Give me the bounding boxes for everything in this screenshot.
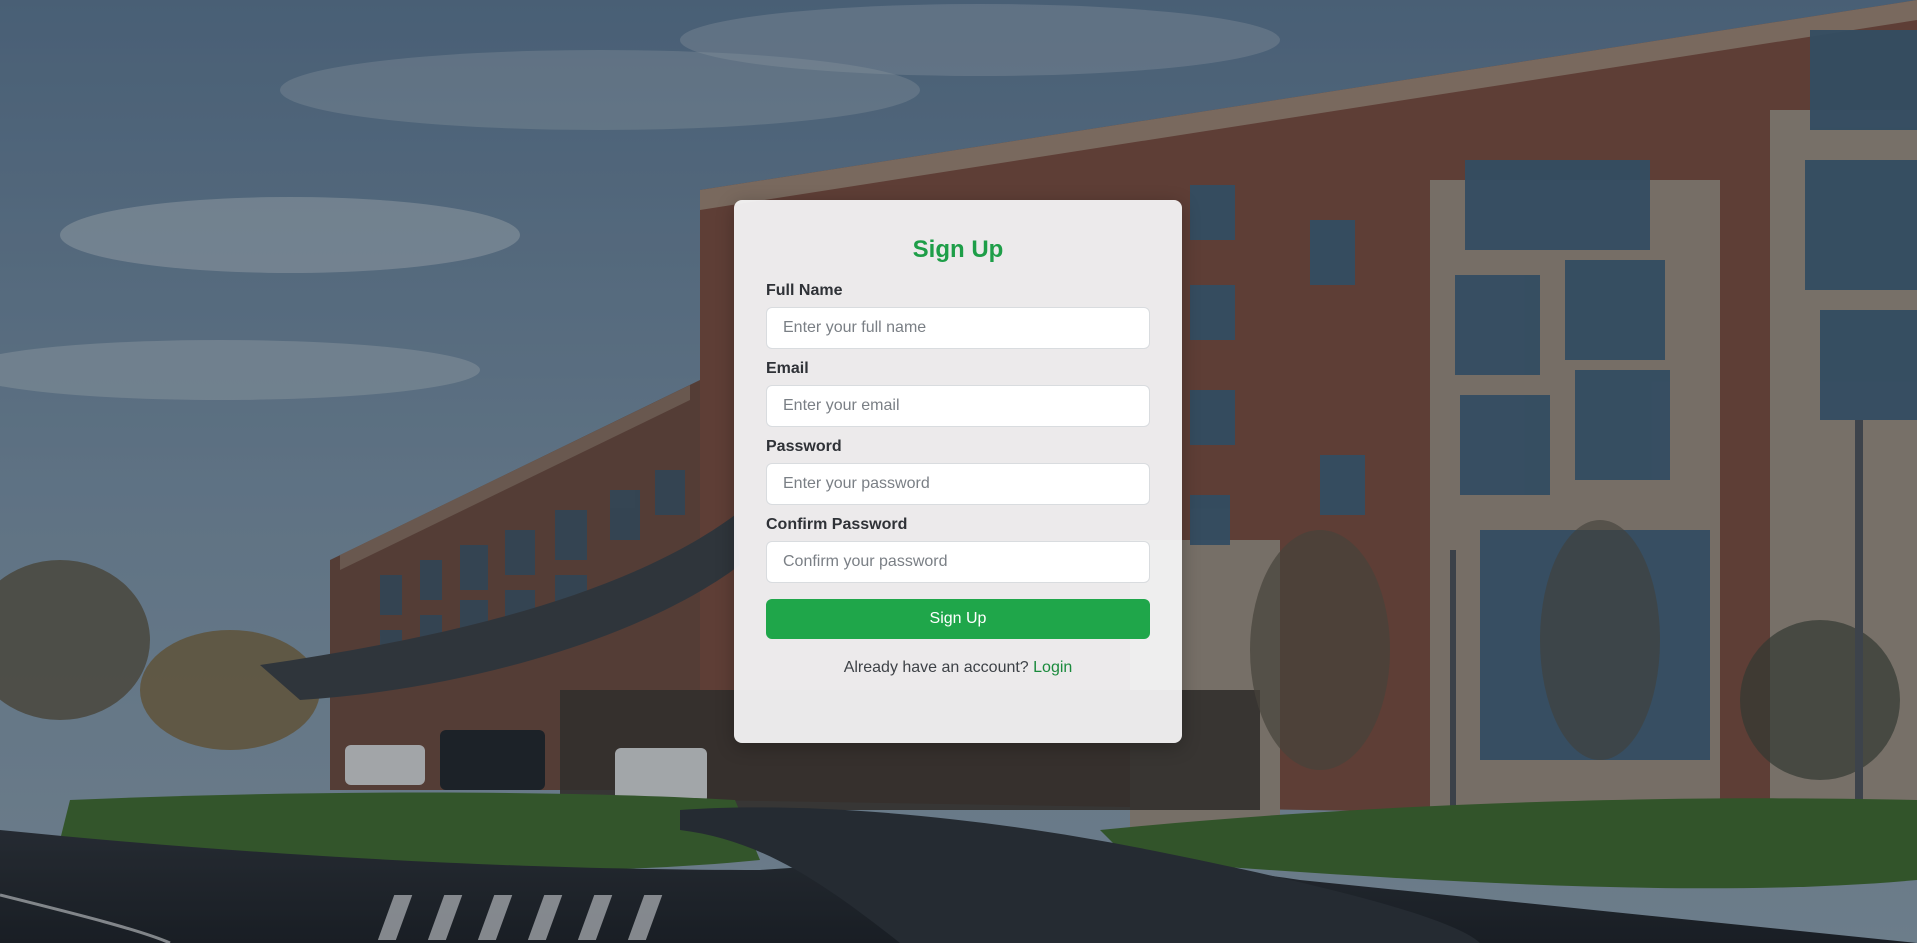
password-input[interactable] [766,463,1150,505]
password-label: Password [766,438,842,455]
login-link[interactable]: Login [1033,659,1072,676]
form-title: Sign Up [912,236,1004,263]
email-group: Email [766,359,1150,427]
full-name-group: Full Name [766,281,1150,349]
email-label: Email [766,360,809,377]
confirm-password-label: Confirm Password [766,516,908,533]
confirm-password-input[interactable] [766,541,1150,583]
signup-card: Sign Up Full Name Email Password Confirm… [734,200,1182,743]
full-name-input[interactable] [766,307,1150,349]
full-name-label: Full Name [766,282,843,299]
password-group: Password [766,437,1150,505]
confirm-password-group: Confirm Password [766,515,1150,583]
page: Sign Up Full Name Email Password Confirm… [0,0,1917,943]
login-prompt: Already have an account? Login [766,659,1150,677]
sign-up-button[interactable]: Sign Up [766,599,1150,639]
login-prompt-text: Already have an account? [843,659,1029,676]
email-input[interactable] [766,385,1150,427]
